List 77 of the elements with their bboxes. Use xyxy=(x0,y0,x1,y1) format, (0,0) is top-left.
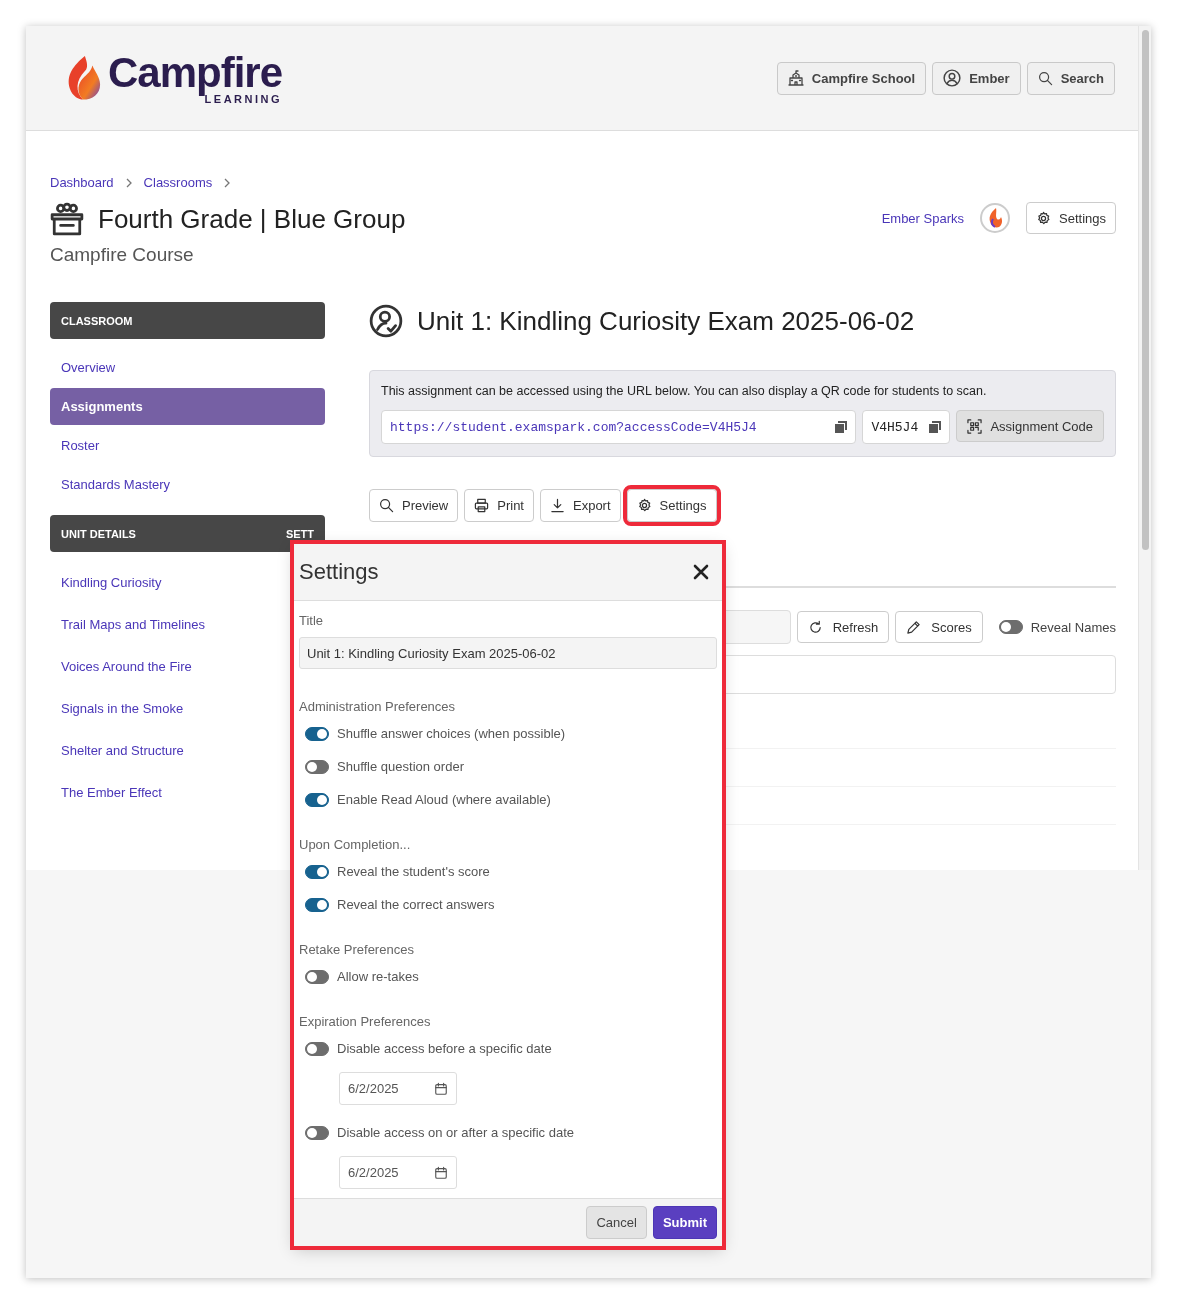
field-label: Title xyxy=(299,613,325,628)
section-heading: UNIT DETAILS xyxy=(61,527,136,540)
toolbar-button[interactable]: Scores xyxy=(895,611,983,643)
section-heading: CLASSROOM xyxy=(61,314,133,327)
toggle-switch[interactable] xyxy=(305,726,329,741)
school-icon xyxy=(787,70,804,86)
gear-icon xyxy=(636,498,652,513)
classroom-title: Fourth Grade | Blue Group xyxy=(98,203,406,235)
url-field[interactable]: https://student.examspark.com?accessCode=V4H5J4 xyxy=(381,410,857,444)
avatar-icon[interactable] xyxy=(980,203,1010,233)
logo-tagline: LEARNING xyxy=(204,93,283,105)
title-input-field[interactable]: Unit 1: Kindling Curiosity Exam 2025-06-02 xyxy=(299,637,717,669)
toggle-switch[interactable] xyxy=(998,620,1023,634)
printer-icon xyxy=(474,498,490,513)
access-info-text: This assignment can be accessed using the URL below. You can also display a QR code for students to scan. xyxy=(381,384,988,398)
toggle-switch[interactable] xyxy=(305,1041,329,1056)
toggle-label: Shuffle question order xyxy=(337,759,464,774)
gear-icon xyxy=(1036,210,1051,226)
toggle-label: Reveal the student's score xyxy=(337,864,490,879)
search-icon xyxy=(379,498,394,513)
submit-button[interactable]: Submit xyxy=(652,1206,717,1239)
owner-link[interactable]: Ember Sparks xyxy=(881,210,964,226)
calendar-icon xyxy=(434,1165,448,1180)
calendar-icon xyxy=(434,1081,448,1096)
action-button[interactable]: Preview xyxy=(369,489,459,522)
section-heading: Administration Preferences xyxy=(299,699,457,714)
toggle-switch[interactable] xyxy=(305,1125,329,1140)
toggle-switch[interactable] xyxy=(305,897,329,912)
toggle-label: Disable access on or after a specific date xyxy=(337,1125,574,1140)
assignment-title: Unit 1: Kindling Curiosity Exam 2025-06-02 xyxy=(417,305,915,337)
cancel-button[interactable]: Cancel xyxy=(586,1206,647,1239)
action-button[interactable]: Print xyxy=(464,489,534,522)
toggle-switch[interactable] xyxy=(305,759,329,774)
refresh-icon xyxy=(807,619,823,635)
copy-icon[interactable] xyxy=(835,421,848,433)
download-icon xyxy=(550,498,565,513)
header-button[interactable]: Campfire School xyxy=(776,61,927,95)
dialog-title: Settings xyxy=(299,559,379,585)
copy-icon[interactable] xyxy=(929,421,942,433)
breadcrumb-link[interactable]: Classrooms xyxy=(143,175,213,190)
settings-button[interactable]: Settings xyxy=(1026,202,1116,234)
header-button[interactable]: Ember xyxy=(932,61,1021,95)
toggle-label: Disable access before a specific date xyxy=(337,1041,552,1056)
search-icon xyxy=(1037,70,1053,86)
toggle-switch[interactable] xyxy=(305,792,329,807)
toggle-label: Reveal the correct answers xyxy=(337,897,495,912)
sidebar-item[interactable]: Overview xyxy=(50,349,325,386)
toggle-label: Reveal Names xyxy=(1030,619,1116,635)
access-code-field[interactable]: V4H5J4 xyxy=(862,410,951,444)
toggle-label: Enable Read Aloud (where available) xyxy=(337,792,551,807)
section-heading: Retake Preferences xyxy=(299,942,415,957)
assignment-code-button[interactable]: Assignment Code xyxy=(956,410,1104,442)
toggle-switch[interactable] xyxy=(305,864,329,879)
action-button[interactable]: Export xyxy=(540,489,621,522)
sidebar-item[interactable]: Assignments xyxy=(50,388,325,425)
section-heading: Expiration Preferences xyxy=(299,1014,432,1029)
user-icon xyxy=(943,69,962,87)
toolbar-button[interactable]: Refresh xyxy=(796,611,890,643)
header-button[interactable]: Search xyxy=(1026,61,1115,95)
scrollbar[interactable] xyxy=(1138,26,1151,870)
user-check-icon xyxy=(369,304,403,338)
date-field[interactable]: 6/2/2025 xyxy=(339,1072,457,1105)
logo-wordmark: Campfire xyxy=(108,51,283,94)
toggle-label: Allow re-takes xyxy=(337,969,419,984)
course-subtitle: Campfire Course xyxy=(50,244,195,266)
breadcrumb-link[interactable]: Dashboard xyxy=(50,175,114,190)
toggle-switch[interactable] xyxy=(305,969,329,984)
sidebar-item[interactable]: Roster xyxy=(50,427,325,464)
pencil-icon xyxy=(906,619,922,635)
qr-code-icon xyxy=(967,418,983,434)
sidebar-item[interactable]: Standards Mastery xyxy=(50,466,325,503)
toggle-label: Shuffle answer choices (when possible) xyxy=(337,726,566,741)
section-heading: Upon Completion... xyxy=(299,837,412,852)
classroom-desk-icon xyxy=(50,202,84,236)
section-action[interactable]: SETT xyxy=(285,527,314,540)
date-field[interactable]: 6/2/2025 xyxy=(339,1156,457,1189)
close-icon[interactable] xyxy=(692,563,710,581)
